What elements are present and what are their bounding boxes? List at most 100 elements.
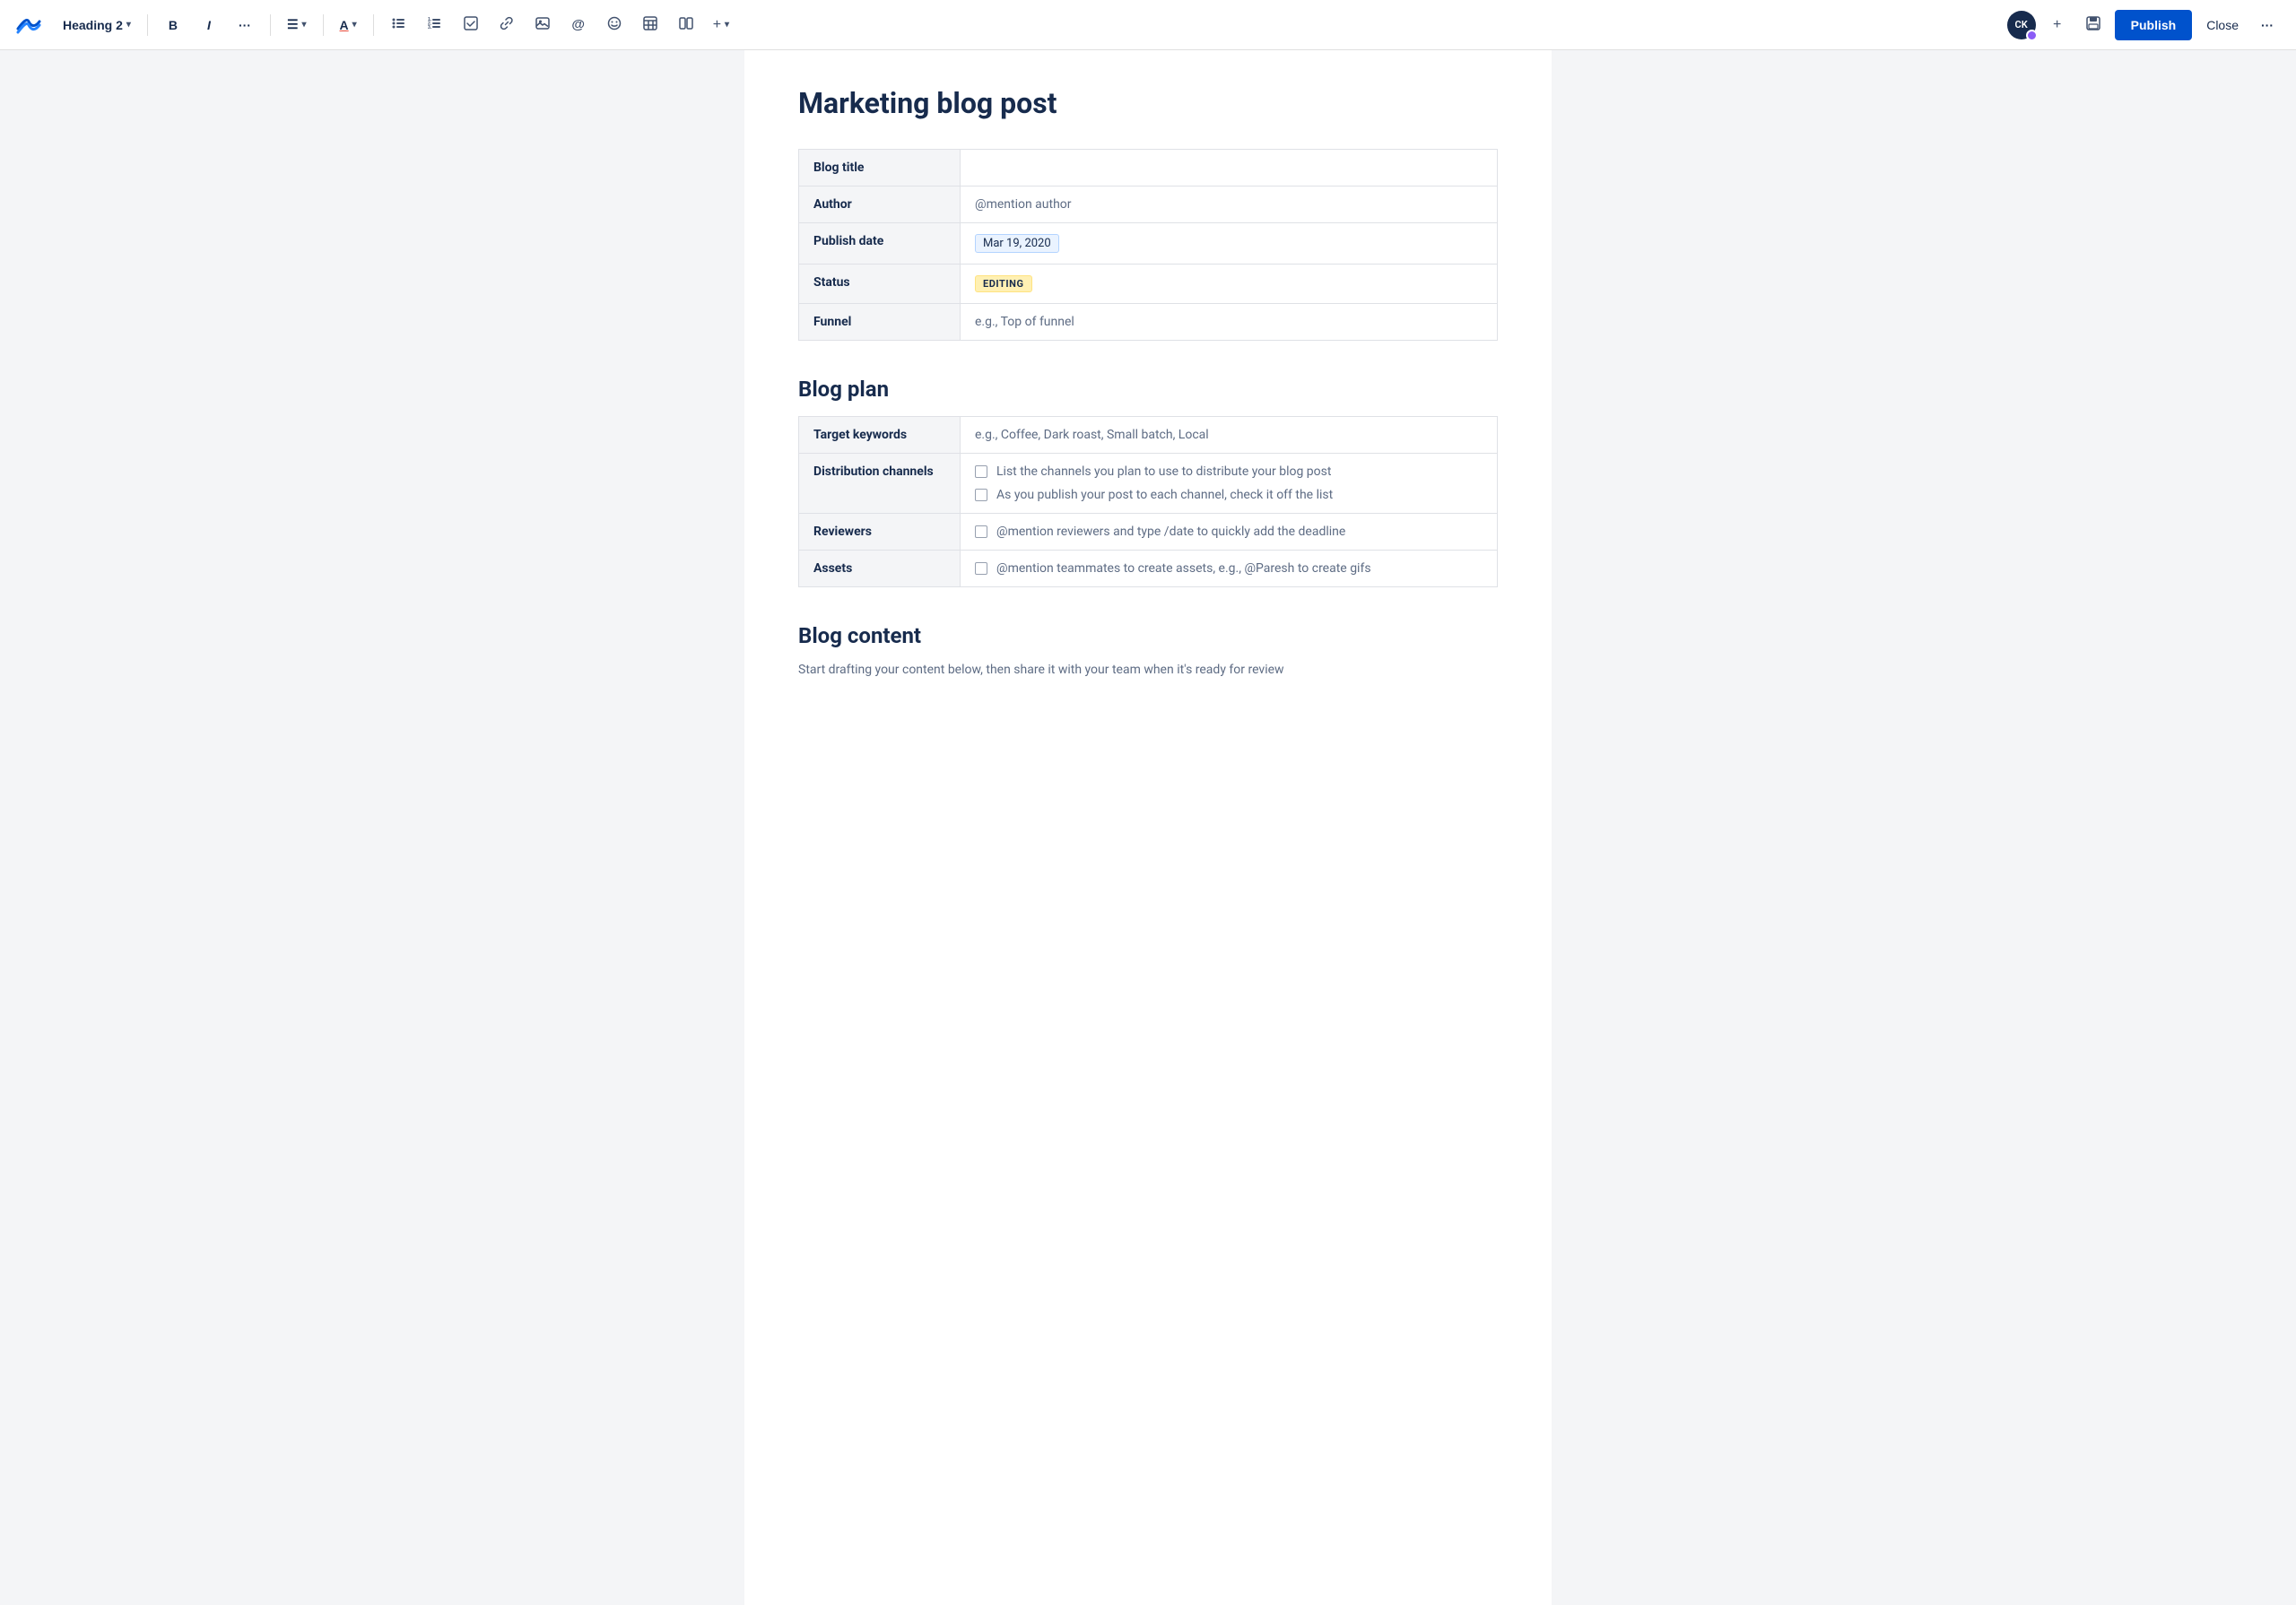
- blog-plan-heading: Blog plan: [798, 377, 1498, 402]
- date-chip: Mar 19, 2020: [975, 234, 1059, 253]
- insert-chevron: ▾: [725, 20, 729, 30]
- mention-button[interactable]: @: [564, 11, 593, 39]
- link-button[interactable]: [492, 11, 521, 39]
- table-value-author[interactable]: @mention author: [961, 187, 1498, 223]
- table-value-distribution[interactable]: List the channels you plan to use to dis…: [961, 454, 1498, 514]
- avatar-initials: CK: [2015, 19, 2028, 30]
- add-icon: +: [2053, 17, 2061, 33]
- align-button[interactable]: ☰ ▾: [282, 11, 312, 39]
- overflow-button[interactable]: ···: [2253, 11, 2282, 39]
- align-chevron: ▾: [302, 20, 307, 30]
- close-button[interactable]: Close: [2199, 14, 2246, 36]
- checkbox-label-4: @mention teammates to create assets, e.g…: [996, 561, 1371, 576]
- table-label-keywords: Target keywords: [799, 417, 961, 454]
- table-icon: [643, 16, 657, 33]
- blog-plan-table: Target keywords e.g., Coffee, Dark roast…: [798, 416, 1498, 587]
- main-content: Marketing blog post Blog title Author @m…: [744, 50, 1552, 1605]
- app-logo[interactable]: [14, 11, 43, 39]
- insert-icon: +: [713, 17, 721, 33]
- table-row: Author @mention author: [799, 187, 1498, 223]
- table-label-publish-date: Publish date: [799, 223, 961, 265]
- funnel-placeholder: e.g., Top of funnel: [975, 315, 1074, 329]
- bullet-list-icon: [392, 16, 406, 33]
- numbered-list-button[interactable]: 1. 2. 3.: [421, 11, 449, 39]
- table-value-funnel[interactable]: e.g., Top of funnel: [961, 304, 1498, 341]
- toolbar-divider-3: [323, 14, 324, 36]
- task-list-icon: [464, 16, 478, 33]
- keywords-placeholder: e.g., Coffee, Dark roast, Small batch, L…: [975, 428, 1209, 442]
- insert-button[interactable]: + ▾: [708, 11, 735, 39]
- bullet-list-button[interactable]: [385, 11, 413, 39]
- blog-info-table: Blog title Author @mention author Publis…: [798, 149, 1498, 341]
- numbered-list-icon: 1. 2. 3.: [428, 16, 442, 33]
- table-row: Distribution channels List the channels …: [799, 454, 1498, 514]
- table-value-keywords[interactable]: e.g., Coffee, Dark roast, Small batch, L…: [961, 417, 1498, 454]
- table-label-reviewers: Reviewers: [799, 514, 961, 551]
- emoji-button[interactable]: [600, 11, 629, 39]
- blog-content-heading: Blog content: [798, 623, 1498, 648]
- avatar-badge: [2026, 30, 2038, 41]
- table-row: Reviewers @mention reviewers and type /d…: [799, 514, 1498, 551]
- image-button[interactable]: [528, 11, 557, 39]
- more-formatting-icon: ···: [239, 18, 251, 32]
- link-icon: [500, 16, 514, 33]
- checkbox-label-3: @mention reviewers and type /date to qui…: [996, 525, 1345, 539]
- table-label-funnel: Funnel: [799, 304, 961, 341]
- close-label: Close: [2206, 18, 2239, 32]
- table-label-distribution: Distribution channels: [799, 454, 961, 514]
- heading-selector-label: Heading 2: [63, 18, 123, 32]
- save-icon: [2085, 15, 2101, 34]
- checkbox-4[interactable]: [975, 562, 987, 575]
- toolbar-divider-2: [270, 14, 271, 36]
- bold-icon: B: [169, 18, 178, 32]
- table-value-status[interactable]: EDITING: [961, 265, 1498, 304]
- columns-button[interactable]: [672, 11, 700, 39]
- save-button[interactable]: [2079, 11, 2108, 39]
- checkbox-label-2: As you publish your post to each channel…: [996, 488, 1333, 502]
- columns-icon: [679, 16, 693, 33]
- table-row: Publish date Mar 19, 2020: [799, 223, 1498, 265]
- table-row: Funnel e.g., Top of funnel: [799, 304, 1498, 341]
- text-color-icon: A: [340, 18, 349, 32]
- checkbox-label-1: List the channels you plan to use to dis…: [996, 464, 1331, 479]
- heading-selector-chevron: ▾: [126, 20, 131, 30]
- italic-icon: I: [207, 18, 211, 32]
- table-value-blog-title[interactable]: [961, 150, 1498, 187]
- page-title[interactable]: Marketing blog post: [798, 86, 1498, 120]
- table-row: Blog title: [799, 150, 1498, 187]
- table-button[interactable]: [636, 11, 665, 39]
- blog-content-description[interactable]: Start drafting your content below, then …: [798, 663, 1498, 677]
- task-list-button[interactable]: [457, 11, 485, 39]
- table-row: Assets @mention teammates to create asse…: [799, 551, 1498, 587]
- toolbar: Heading 2 ▾ B I ··· ☰ ▾ A ▾: [0, 0, 2296, 50]
- toolbar-divider-1: [147, 14, 148, 36]
- text-color-chevron: ▾: [352, 20, 357, 30]
- table-label-blog-title: Blog title: [799, 150, 961, 187]
- more-formatting-button[interactable]: ···: [230, 11, 259, 39]
- emoji-icon: [607, 16, 622, 33]
- checkbox-2[interactable]: [975, 489, 987, 501]
- checkbox-item: List the channels you plan to use to dis…: [975, 464, 1483, 479]
- italic-button[interactable]: I: [195, 11, 223, 39]
- table-value-reviewers[interactable]: @mention reviewers and type /date to qui…: [961, 514, 1498, 551]
- add-collaborator-button[interactable]: +: [2043, 11, 2072, 39]
- bold-button[interactable]: B: [159, 11, 187, 39]
- checkbox-3[interactable]: [975, 525, 987, 538]
- publish-button[interactable]: Publish: [2115, 10, 2193, 40]
- status-badge: EDITING: [975, 275, 1032, 292]
- mention-icon: @: [571, 17, 585, 32]
- table-value-publish-date[interactable]: Mar 19, 2020: [961, 223, 1498, 265]
- checkbox-1[interactable]: [975, 465, 987, 478]
- overflow-icon: ···: [2261, 18, 2274, 32]
- table-label-author: Author: [799, 187, 961, 223]
- text-color-button[interactable]: A ▾: [335, 11, 362, 39]
- table-label-assets: Assets: [799, 551, 961, 587]
- publish-label: Publish: [2131, 18, 2177, 32]
- checkbox-item: @mention teammates to create assets, e.g…: [975, 561, 1483, 576]
- user-avatar[interactable]: CK: [2007, 11, 2036, 39]
- checkbox-item: As you publish your post to each channel…: [975, 488, 1483, 502]
- image-icon: [535, 16, 550, 33]
- table-label-status: Status: [799, 265, 961, 304]
- heading-selector[interactable]: Heading 2 ▾: [57, 11, 136, 39]
- table-value-assets[interactable]: @mention teammates to create assets, e.g…: [961, 551, 1498, 587]
